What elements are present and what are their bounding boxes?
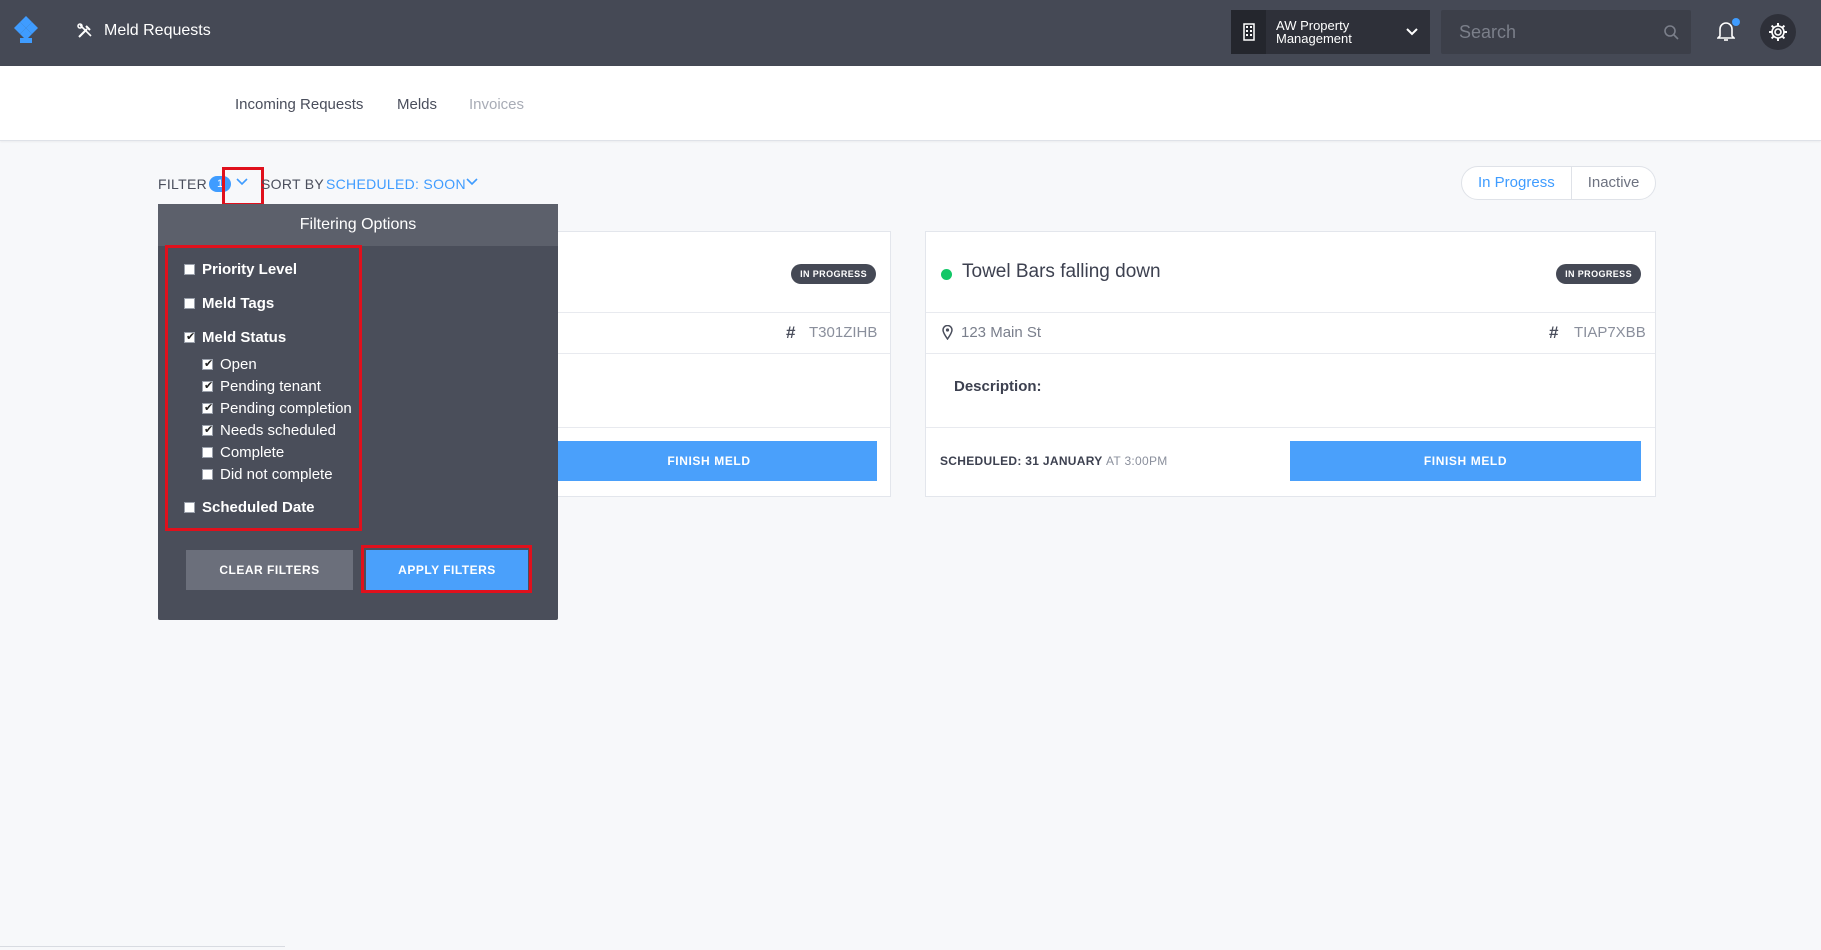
divider — [926, 312, 1655, 313]
subnav-melds[interactable]: Melds — [397, 96, 437, 113]
search-input[interactable] — [1441, 10, 1651, 54]
search-box — [1441, 10, 1691, 54]
finish-meld-button[interactable]: FINISH MELD — [1290, 441, 1641, 481]
meld-ref-id: T301ZIHB — [809, 324, 878, 341]
meld-ref-id: TIAP7XBB — [1574, 324, 1646, 341]
divider — [541, 312, 890, 313]
hash-icon: # — [1549, 323, 1559, 342]
toggle-inactive[interactable]: Inactive — [1572, 167, 1656, 199]
finish-meld-button[interactable]: FINISH MELD — [541, 441, 877, 481]
sub-navigation: Incoming Requests Melds Invoices — [0, 66, 1821, 141]
search-icon[interactable] — [1663, 24, 1679, 40]
highlight-apply-button — [361, 545, 532, 593]
subnav-invoices[interactable]: Invoices — [469, 96, 524, 113]
organization-name: AW Property Management — [1276, 18, 1352, 46]
divider — [541, 427, 890, 428]
scheduled-date: SCHEDULED: 31 JANUARY — [940, 454, 1103, 468]
chevron-down-icon — [1406, 28, 1418, 36]
gear-icon — [1769, 23, 1787, 41]
app-title: Meld Requests — [104, 22, 211, 39]
divider — [0, 946, 285, 947]
status-dot — [941, 269, 952, 280]
sort-value-link[interactable]: SCHEDULED: SOON — [326, 176, 466, 192]
highlight-filter-toggle — [222, 167, 264, 206]
scheduled-time: AT 3:00PM — [1105, 454, 1168, 468]
hash-icon: # — [786, 323, 796, 342]
clear-filters-button[interactable]: CLEAR FILTERS — [186, 550, 353, 590]
building-icon — [1231, 10, 1266, 54]
filter-label[interactable]: FILTER — [158, 176, 207, 192]
sort-label: SORT BY — [261, 176, 325, 192]
divider — [926, 353, 1655, 354]
status-toggle-group: In Progress Inactive — [1461, 166, 1657, 200]
status-badge: IN PROGRESS — [791, 264, 876, 284]
subnav-incoming-requests[interactable]: Incoming Requests — [235, 96, 363, 113]
settings-button[interactable] — [1760, 14, 1796, 50]
toggle-in-progress[interactable]: In Progress — [1462, 167, 1572, 199]
popup-title: Filtering Options — [158, 204, 558, 246]
notification-dot — [1732, 18, 1740, 26]
divider — [926, 427, 1655, 428]
organization-select[interactable]: AW Property Management — [1231, 10, 1430, 54]
meld-address: 123 Main St — [961, 324, 1042, 341]
meld-card[interactable]: IN PROGRESS # T301ZIHB FINISH MELD — [540, 231, 891, 497]
highlight-filter-options — [165, 245, 362, 531]
divider — [541, 353, 890, 354]
map-pin-icon — [942, 325, 953, 340]
scheduled-text: SCHEDULED: 31 JANUARY AT 3:00PM — [940, 454, 1168, 468]
sort-chevron-down-icon[interactable] — [466, 178, 478, 186]
app-title-link[interactable]: Meld Requests — [76, 22, 211, 40]
meld-card[interactable]: Towel Bars falling down IN PROGRESS 123 … — [925, 231, 1656, 497]
status-badge: IN PROGRESS — [1556, 264, 1641, 284]
top-bar: Meld Requests AW Property Management — [0, 0, 1821, 66]
property-meld-logo-icon[interactable] — [10, 14, 42, 46]
meld-title[interactable]: Towel Bars falling down — [962, 261, 1161, 283]
tools-icon — [77, 23, 92, 38]
description-label: Description: — [954, 378, 1042, 395]
